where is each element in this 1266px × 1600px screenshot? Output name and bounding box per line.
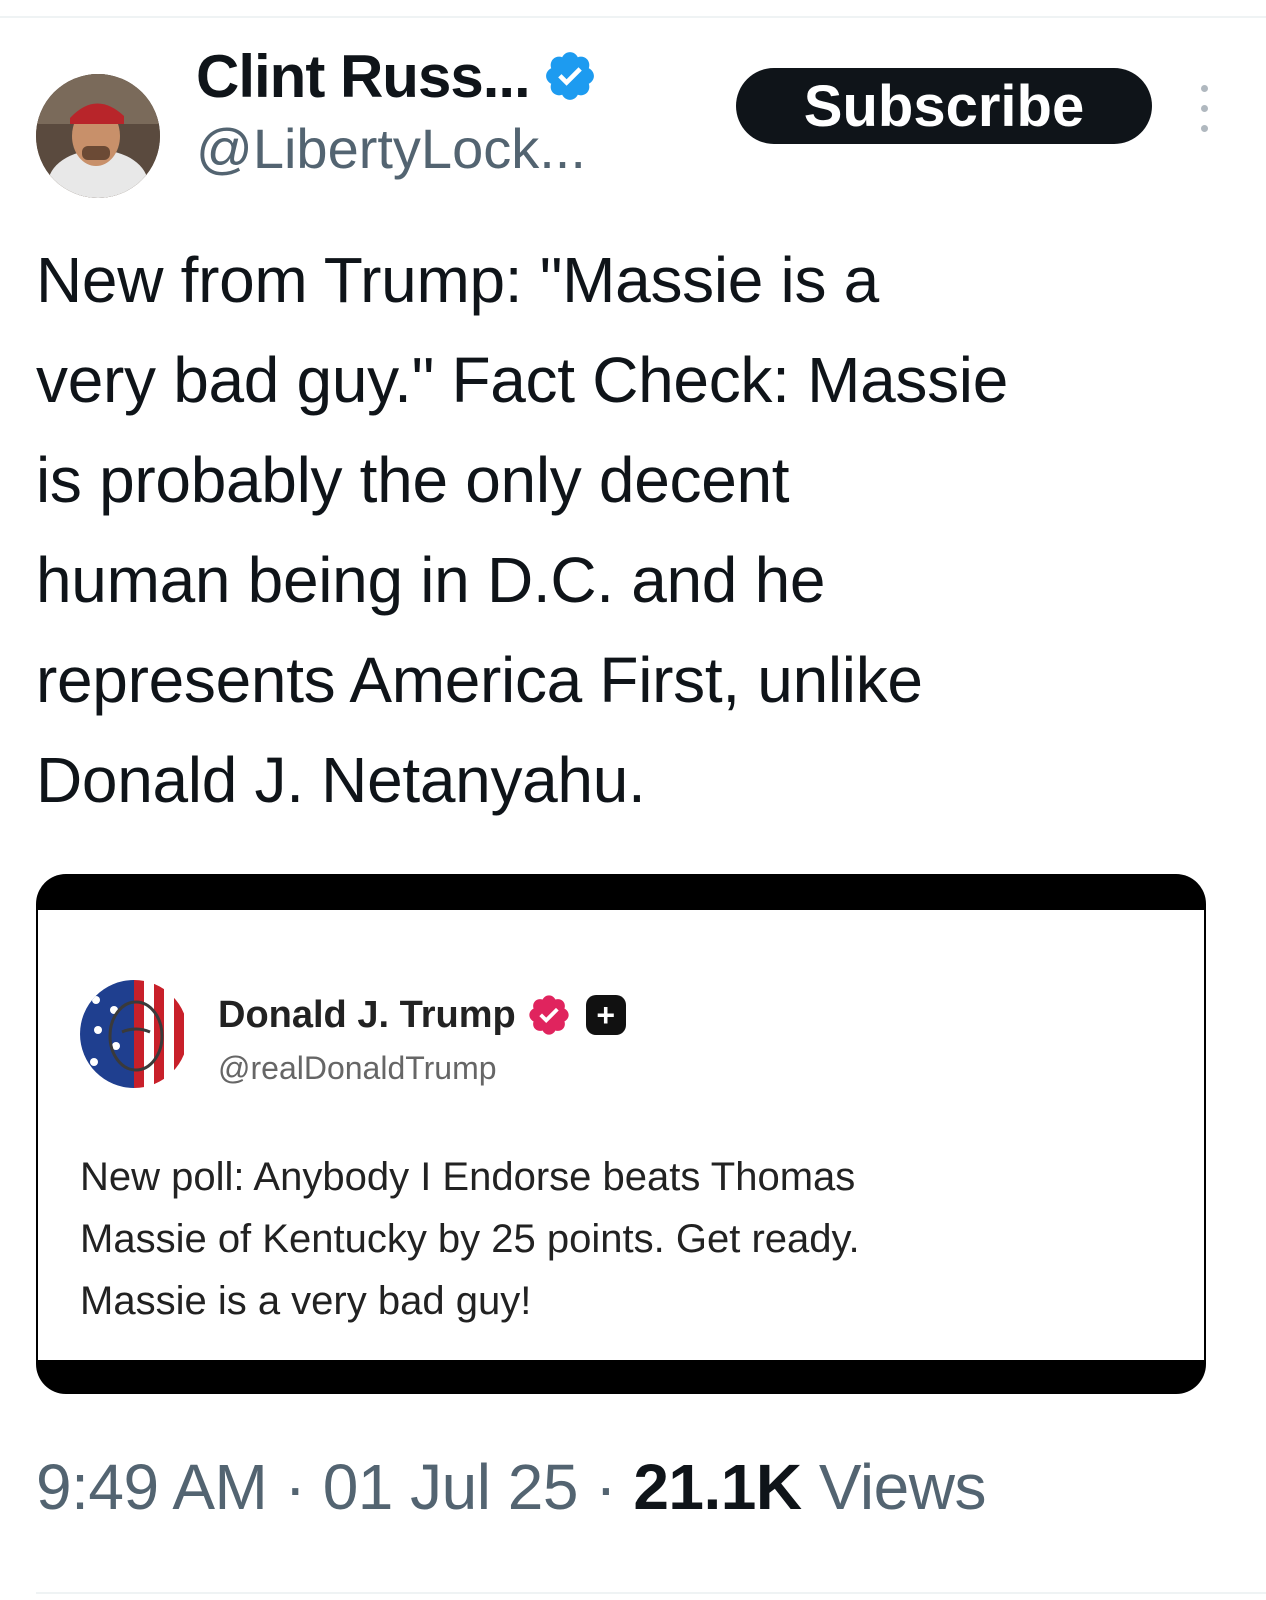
quoted-name-row: Donald J. Trump + — [218, 992, 626, 1038]
meta-separator: · — [595, 1451, 617, 1523]
quoted-post-card[interactable]: Donald J. Trump + @realDonaldTrump New p… — [36, 874, 1206, 1394]
views-label: Views — [818, 1451, 987, 1523]
quoted-verified-badge-icon — [526, 992, 572, 1038]
tweet-date[interactable]: 01 Jul 25 — [323, 1451, 579, 1523]
meta-separator: · — [284, 1451, 306, 1523]
more-vertical-icon[interactable] — [1192, 78, 1216, 138]
verified-badge-icon — [542, 48, 598, 104]
subscribe-button[interactable]: Subscribe — [736, 68, 1152, 144]
views-count: 21.1K — [633, 1451, 802, 1523]
quoted-avatar-image — [80, 980, 188, 1088]
bottom-divider — [36, 1592, 1266, 1594]
tweet-time[interactable]: 9:49 AM — [36, 1451, 268, 1523]
quoted-post-content: Donald J. Trump + @realDonaldTrump New p… — [38, 910, 1204, 1360]
top-divider — [0, 16, 1266, 18]
author-handle[interactable]: @LibertyLock... — [196, 116, 586, 181]
plus-badge-icon: + — [585, 995, 626, 1035]
quoted-post-text: New poll: Anybody I Endorse beats Thomas… — [80, 1155, 860, 1323]
tweet-meta: 9:49 AM · 01 Jul 25 · 21.1K Views — [36, 1450, 986, 1524]
quoted-handle[interactable]: @realDonaldTrump — [218, 1050, 497, 1087]
author-display-name[interactable]: Clint Russ... — [196, 42, 531, 111]
quoted-author-avatar — [80, 980, 188, 1088]
quoted-display-name[interactable]: Donald J. Trump — [218, 994, 516, 1037]
author-avatar-image — [36, 74, 160, 198]
author-avatar[interactable] — [36, 74, 160, 198]
author-name-row: Clint Russ... — [196, 40, 598, 112]
tweet-header: Clint Russ... @LibertyLock... Subscribe — [36, 40, 1236, 198]
tweet-body-text: New from Trump: "Massie is a very bad gu… — [36, 244, 1009, 816]
